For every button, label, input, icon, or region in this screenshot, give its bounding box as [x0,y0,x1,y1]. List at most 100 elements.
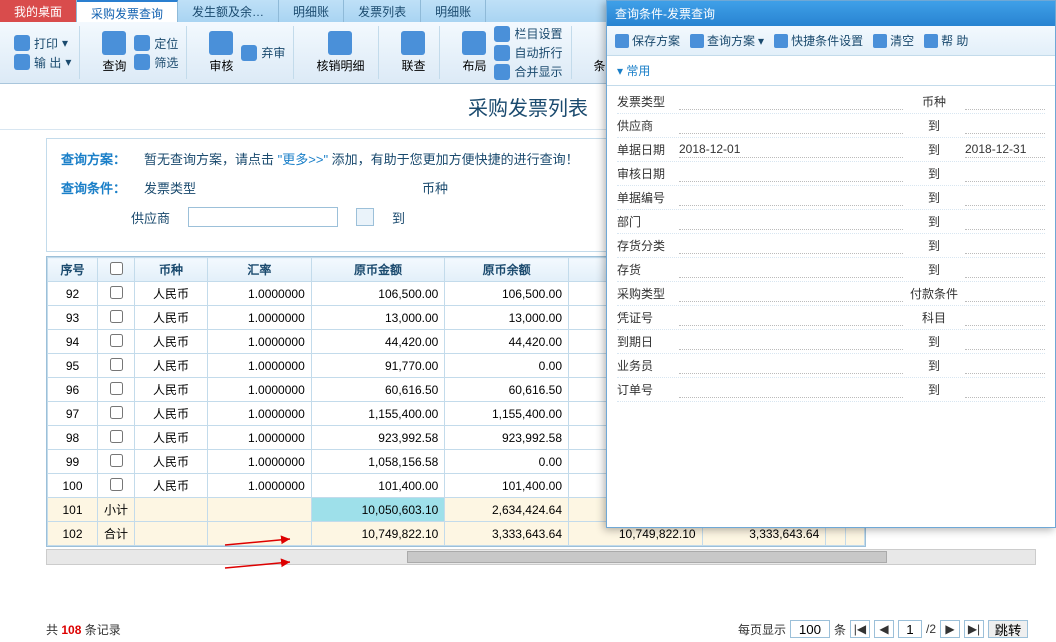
field-label: 部门 [617,213,673,230]
dialog-field-row: 存货 到 [617,258,1045,282]
column-settings-button[interactable]: 栏目设置 [494,25,562,42]
dialog-field-row: 审核日期 到 [617,162,1045,186]
writeoff-detail-button[interactable]: 核销明细 [310,31,370,74]
field-label2: 到 [909,381,959,398]
dialog-section-common[interactable]: 常用 [607,56,1055,86]
field-input[interactable] [679,310,903,326]
query-plan-button[interactable]: 查询方案 ▾ [690,32,764,49]
field-input[interactable] [679,382,903,398]
reaudit-button[interactable]: 弃审 [241,44,285,61]
field-label2: 到 [909,189,959,206]
field-input[interactable] [679,334,903,350]
row-checkbox[interactable] [110,334,123,347]
export-button[interactable]: 输 出 ▾ [14,54,71,71]
print-button[interactable]: 打印 ▾ [14,35,71,52]
quick-cond-button[interactable]: 快捷条件设置 [774,32,863,49]
dialog-field-row: 订单号 到 [617,378,1045,402]
locate-button[interactable]: 定位 [134,35,178,52]
supplier-lookup-icon[interactable] [356,208,374,226]
col-header[interactable]: 汇率 [207,258,311,282]
autowrap-button[interactable]: 自动折行 [494,44,562,61]
field-input[interactable] [679,118,903,134]
row-checkbox[interactable] [110,406,123,419]
merge-display-button[interactable]: 合并显示 [494,63,562,80]
row-checkbox[interactable] [110,454,123,467]
field-input2[interactable]: 2018-12-31 [965,142,1045,158]
field-input[interactable] [679,238,903,254]
field-label: 单据日期 [617,141,673,158]
to-label: 到 [392,208,405,227]
layout-icon [462,31,486,55]
field-input[interactable] [679,190,903,206]
select-all-checkbox[interactable] [110,262,123,275]
field-label2: 到 [909,141,959,158]
layout-button[interactable]: 布局 [456,31,492,74]
help-button[interactable]: 帮 助 [924,32,968,49]
row-checkbox[interactable] [110,286,123,299]
dialog-field-row: 部门 到 [617,210,1045,234]
perpage-unit: 条 [834,621,846,638]
col-header[interactable]: 原币余额 [445,258,569,282]
field-input[interactable] [679,214,903,230]
field-input2[interactable] [965,214,1045,230]
row-checkbox[interactable] [110,430,123,443]
perpage-input[interactable] [790,620,830,638]
next-page-button[interactable]: ▶ [940,620,960,638]
field-input2[interactable] [965,238,1045,254]
field-input[interactable] [679,358,903,374]
row-checkbox[interactable] [110,478,123,491]
field-input[interactable] [679,94,903,110]
col-header[interactable]: 原币金额 [311,258,445,282]
field-label: 审核日期 [617,165,673,182]
dialog-fields: 发票类型 币种 供应商 到 单据日期 2018-12-01 到 2018-12-… [607,86,1055,527]
col-header[interactable]: 币种 [135,258,208,282]
dialog-field-row: 供应商 到 [617,114,1045,138]
dialog-field-row: 发票类型 币种 [617,90,1045,114]
col-header[interactable]: 序号 [48,258,98,282]
field-input2[interactable] [965,334,1045,350]
col-header[interactable] [98,258,135,282]
query-plan-label: 查询方案： [61,149,126,168]
tab-detail-ledger[interactable]: 明细账 [279,0,344,22]
field-input2[interactable] [965,358,1045,374]
record-count: 共 108 条记录 [46,621,121,638]
page-input[interactable] [898,620,922,638]
query-button[interactable]: 查询 [96,31,132,74]
field-input2[interactable] [965,94,1045,110]
field-input2[interactable] [965,190,1045,206]
field-input[interactable] [679,286,903,302]
check-icon [209,31,233,55]
tab-desktop[interactable]: 我的桌面 [0,0,77,22]
tab-invoice-query[interactable]: 采购发票查询 [77,0,178,22]
h-scrollbar[interactable] [46,549,1036,565]
save-plan-button[interactable]: 保存方案 [615,32,680,49]
filter-button[interactable]: 筛选 [134,54,178,71]
first-page-button[interactable]: |◀ [850,620,870,638]
tab-invoice-list[interactable]: 发票列表 [344,0,421,22]
tab-detail-ledger2[interactable]: 明细账 [421,0,486,22]
field-input2[interactable] [965,262,1045,278]
tab-balance[interactable]: 发生额及余… [178,0,279,22]
field-input2[interactable] [965,286,1045,302]
clear-button[interactable]: 清空 [873,32,914,49]
last-page-button[interactable]: ▶| [964,620,984,638]
row-checkbox[interactable] [110,382,123,395]
field-input[interactable]: 2018-12-01 [679,142,903,158]
field-input2[interactable] [965,118,1045,134]
field-input2[interactable] [965,310,1045,326]
row-checkbox[interactable] [110,358,123,371]
audit-button[interactable]: 审核 [203,31,239,74]
field-input2[interactable] [965,382,1045,398]
link-button[interactable]: 联查 [395,31,431,74]
prev-page-button[interactable]: ◀ [874,620,894,638]
field-input[interactable] [679,166,903,182]
save-icon [615,34,629,48]
field-label2: 科目 [909,309,959,326]
row-checkbox[interactable] [110,310,123,323]
field-input[interactable] [679,262,903,278]
jump-button[interactable]: 跳转 [988,620,1028,638]
supplier-input[interactable] [188,207,338,227]
field-label: 存货 [617,261,673,278]
field-input2[interactable] [965,166,1045,182]
clear-icon [873,34,887,48]
